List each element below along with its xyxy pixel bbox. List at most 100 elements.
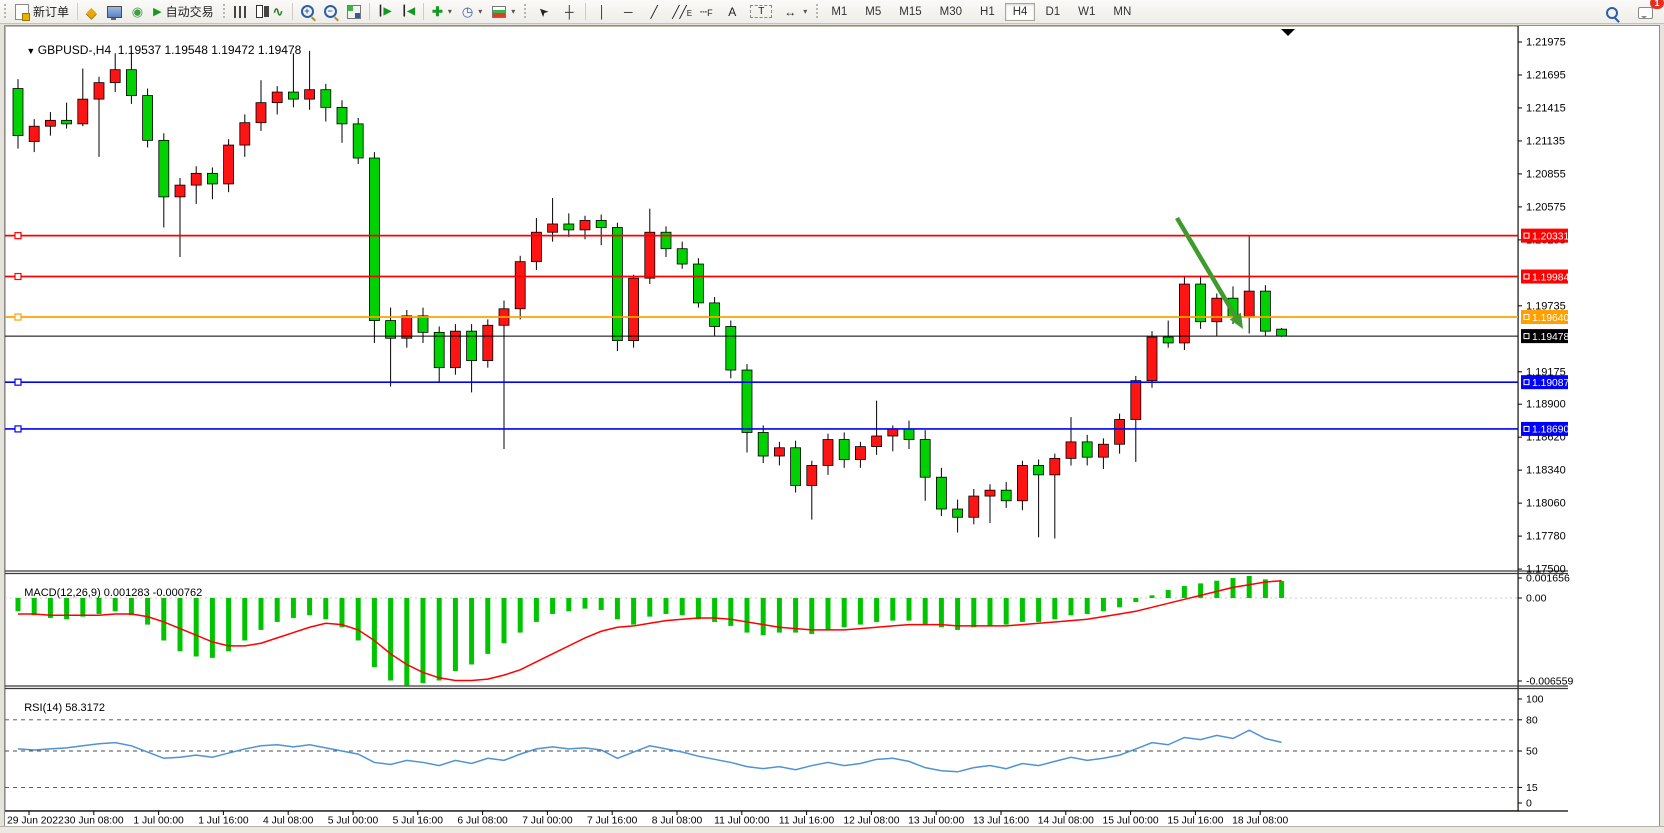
candle (969, 496, 979, 517)
separator (292, 3, 293, 20)
candle (450, 331, 460, 368)
candle (1115, 420, 1125, 445)
candle (1212, 298, 1222, 322)
price-chart-canvas[interactable]: 1.219751.216951.214151.211351.208551.205… (5, 26, 1657, 825)
price-tick-label: 1.21415 (1526, 102, 1566, 114)
arrows-tool-button[interactable]: ↔▾ (777, 1, 812, 23)
timeframe-M5[interactable]: M5 (857, 3, 889, 21)
fibonacci-icon: ┄F (698, 5, 714, 19)
time-tick-label: 4 Jul 08:00 (263, 816, 314, 826)
toolbar-grip[interactable] (814, 4, 820, 20)
candle (240, 123, 250, 145)
crosshair-tool-button[interactable]: ┼ (556, 1, 582, 23)
timeframe-M30[interactable]: M30 (932, 3, 970, 21)
notifications-button[interactable]: 1 (1633, 2, 1658, 24)
chevron-down-icon: ▾ (478, 7, 482, 16)
toolbar-grip[interactable] (522, 4, 528, 20)
candle (888, 429, 898, 436)
price-tick-label: 1.18340 (1526, 465, 1566, 477)
bar-chart-button[interactable] (229, 1, 251, 23)
vertical-line-icon: │ (594, 5, 610, 19)
periods-button[interactable]: ◷▾ (457, 1, 487, 23)
chevron-down-icon: ▾ (448, 7, 452, 16)
candle (1098, 444, 1108, 457)
template-icon (492, 6, 506, 18)
toolbar-grip[interactable] (2, 4, 8, 20)
level-line-handle (15, 274, 21, 280)
new-order-label: 新订单 (33, 3, 69, 20)
candle (1277, 329, 1287, 336)
timeframe-MN[interactable]: MN (1105, 3, 1139, 21)
chart-window[interactable]: 1.219751.216951.214151.211351.208551.205… (4, 25, 1660, 828)
timeframe-W1[interactable]: W1 (1070, 3, 1103, 21)
cursor-icon: ➤ (533, 1, 554, 22)
text-label-button[interactable]: T (745, 1, 777, 23)
timeframe-bar: M1M5M15M30H1H4D1W1MN (822, 3, 1140, 21)
trendline-button[interactable]: ╱ (641, 1, 667, 23)
bar-chart-icon (234, 6, 246, 18)
candle (758, 432, 768, 456)
chart-shift-icon: ┃◀ (401, 6, 415, 17)
candle (110, 70, 120, 83)
price-tick-label: 1.21975 (1526, 37, 1566, 49)
zoom-out-button[interactable]: − (319, 1, 342, 23)
fibonacci-button[interactable]: ┄F (693, 1, 719, 23)
line-chart-button[interactable]: ∿ (268, 1, 289, 23)
metaeditor-button[interactable]: ◆ (81, 1, 102, 23)
candle (272, 92, 282, 103)
horizontal-line-button[interactable]: ─ (615, 1, 641, 23)
chart-shift-button[interactable]: ┃◀ (396, 1, 420, 23)
time-tick-label: 13 Jul 16:00 (973, 816, 1029, 826)
crosshair-icon: ┼ (561, 5, 577, 19)
periods-icon: ◷ (462, 5, 473, 18)
candle (224, 145, 234, 184)
rsi-axis-label: 50 (1526, 746, 1538, 758)
candle (985, 490, 995, 496)
timeframe-M15[interactable]: M15 (891, 3, 929, 21)
trendline-icon: ╱ (646, 5, 662, 19)
candle (807, 465, 817, 485)
separator (77, 3, 78, 20)
time-tick-label: 15 Jul 16:00 (1167, 816, 1223, 826)
new-order-button[interactable]: 新订单 (10, 1, 74, 23)
timeframe-H4[interactable]: H4 (1005, 3, 1036, 21)
candle (1196, 284, 1206, 322)
price-level-label-text: 1.18690 (1532, 425, 1569, 436)
market-watch-icon (107, 6, 122, 18)
zoom-in-icon: + (301, 5, 314, 18)
timeframe-M1[interactable]: M1 (823, 3, 855, 21)
text-tool-button[interactable]: A (719, 1, 745, 23)
chart-menu-triangle-icon[interactable]: ▼ (26, 46, 37, 56)
candlestick-chart-button[interactable] (251, 1, 268, 23)
time-tick-label: 5 Jul 16:00 (393, 816, 444, 826)
cursor-tool-button[interactable]: ➤ (530, 1, 556, 23)
market-watch-button[interactable] (102, 1, 127, 23)
rsi-axis-label: 15 (1526, 782, 1538, 794)
macd-axis-label: 0.00 (1526, 593, 1547, 605)
vertical-line-button[interactable]: │ (589, 1, 615, 23)
candle (953, 509, 963, 517)
timeframe-D1[interactable]: D1 (1037, 3, 1068, 21)
templates-button[interactable]: ▾ (487, 1, 520, 23)
candle (45, 120, 55, 126)
time-tick-label: 15 Jul 00:00 (1103, 816, 1159, 826)
candle (661, 232, 671, 248)
channel-button[interactable]: ╱╱E (667, 1, 693, 23)
toolbar-grip[interactable] (221, 4, 227, 20)
timeframe-H1[interactable]: H1 (972, 3, 1003, 21)
candle (677, 249, 687, 264)
price-tick-label: 1.17780 (1526, 531, 1566, 543)
candle (256, 103, 266, 123)
time-tick-label: 1 Jul 16:00 (198, 816, 249, 826)
auto-scroll-button[interactable]: ┃▶ (373, 1, 397, 23)
signals-button[interactable]: ◉ (127, 1, 148, 23)
indicators-button[interactable]: ✚▾ (427, 1, 457, 23)
auto-trading-button[interactable]: ▶ 自动交易 (148, 1, 218, 23)
time-tick-label: 11 Jul 00:00 (714, 816, 770, 826)
search-button[interactable] (1601, 2, 1623, 24)
tile-windows-button[interactable] (342, 1, 366, 23)
new-order-icon (15, 4, 29, 20)
zoom-in-button[interactable]: + (296, 1, 319, 23)
candle (629, 278, 639, 340)
level-line-handle (15, 314, 21, 320)
